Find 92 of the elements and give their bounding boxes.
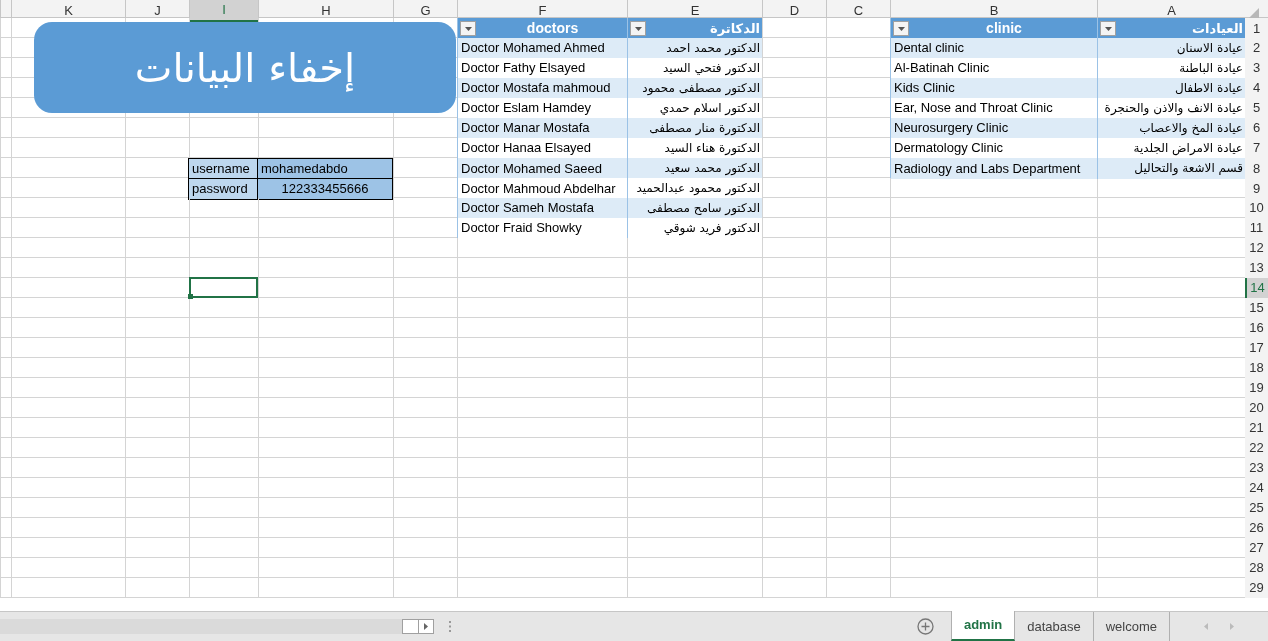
row-header[interactable]: 2 xyxy=(1245,38,1268,58)
table-cell: Kids Clinic xyxy=(890,78,1097,98)
table-cell: عيادة الاسنان xyxy=(1097,38,1245,58)
table-cell: Doctor Mahmoud Abdelhar xyxy=(457,178,627,199)
row-header[interactable]: 11 xyxy=(1245,218,1268,238)
row-header[interactable]: 28 xyxy=(1245,558,1268,578)
column-header[interactable]: I xyxy=(189,0,258,22)
sheet-tab[interactable]: welcome xyxy=(1093,612,1170,641)
table-cell: الدكتور فريد شوقي xyxy=(627,218,762,238)
column-title: clinic xyxy=(986,19,1022,38)
row-header[interactable]: 29 xyxy=(1245,578,1268,598)
table-cell: Neurosurgery Clinic xyxy=(890,118,1097,138)
table-cell: Doctor Mostafa mahmoud xyxy=(457,78,627,98)
column-title: الدكاترة xyxy=(710,19,760,38)
table-cell: الدكتور اسلام حمدي xyxy=(627,98,762,118)
table-cell: password xyxy=(188,178,258,200)
row-header[interactable]: 25 xyxy=(1245,498,1268,518)
table-cell: Doctor Fathy Elsayed xyxy=(457,58,627,78)
caret-down-icon xyxy=(897,26,905,31)
table-cell: الدكتور سامح مصطفى xyxy=(627,198,762,218)
filter-dropdown-button[interactable] xyxy=(460,21,476,36)
table-cell: الدكتور مصطفى محمود xyxy=(627,78,762,98)
add-icon xyxy=(917,618,935,635)
row-header[interactable]: 15 xyxy=(1245,298,1268,318)
row-header[interactable]: 27 xyxy=(1245,538,1268,558)
caret-down-icon xyxy=(1104,26,1112,31)
fill-handle[interactable] xyxy=(188,293,193,299)
sheet-tab[interactable]: admin xyxy=(950,611,1016,641)
column-header[interactable]: J xyxy=(125,0,189,22)
table-cell: 122333455666 xyxy=(257,178,393,200)
row-header[interactable]: 20 xyxy=(1245,398,1268,418)
table-cell: Al-Batinah Clinic xyxy=(890,58,1097,78)
table-cell: عيادة الانف والاذن والحنجرة xyxy=(1097,98,1245,118)
table-cell: الدكتور محمد احمد xyxy=(627,38,762,58)
row-header[interactable]: 26 xyxy=(1245,518,1268,538)
caret-right-icon xyxy=(424,623,428,630)
table-cell: Doctor Sameh Mostafa xyxy=(457,198,627,218)
table-cell: الدكتور فتحي السيد xyxy=(627,58,762,78)
table-cell: Doctor Hanaa Elsayed xyxy=(457,138,627,158)
table-cell: Doctor Mohamed Ahmed xyxy=(457,38,627,58)
table-cell: Radiology and Labs Department xyxy=(890,158,1097,179)
column-title: doctors xyxy=(526,19,579,38)
table-cell: username xyxy=(188,158,258,180)
column-header[interactable]: K xyxy=(11,0,125,22)
table-cell: الدكتور محمود عبدالحميد xyxy=(627,178,762,199)
horizontal-scrollbar[interactable] xyxy=(0,619,402,634)
table-cell: Ear, Nose and Throat Clinic xyxy=(890,98,1097,118)
table-cell: عيادة المخ والاعصاب xyxy=(1097,118,1245,138)
filter-dropdown-button[interactable] xyxy=(1100,21,1116,36)
table-cell: الدكتور محمد سعيد xyxy=(627,158,762,179)
sheet-tab[interactable]: database xyxy=(1015,612,1094,641)
row-header[interactable]: 13 xyxy=(1245,258,1268,278)
table-cell: Doctor Mohamed Saeed xyxy=(457,158,627,179)
filter-dropdown-button[interactable] xyxy=(630,21,646,36)
row-header[interactable]: 4 xyxy=(1245,78,1268,98)
scrollbar-thumb[interactable] xyxy=(402,619,419,634)
splitter-handle-icon[interactable] xyxy=(449,621,452,632)
active-cell[interactable] xyxy=(189,277,258,298)
row-header[interactable]: 7 xyxy=(1245,138,1268,158)
row-header[interactable]: 3 xyxy=(1245,58,1268,78)
row-header[interactable]: 5 xyxy=(1245,98,1268,118)
caret-down-icon xyxy=(634,26,642,31)
table-cell: الدكتورة هناء السيد xyxy=(627,138,762,158)
column-title: العيادات xyxy=(1191,19,1243,38)
row-header[interactable]: 6 xyxy=(1245,118,1268,138)
table-cell: عيادة الاطفال xyxy=(1097,78,1245,98)
row-header[interactable]: 23 xyxy=(1245,458,1268,478)
caret-down-icon xyxy=(464,26,472,31)
row-header[interactable]: 12 xyxy=(1245,238,1268,258)
row-header[interactable]: 21 xyxy=(1245,418,1268,438)
row-header[interactable]: 14 xyxy=(1245,278,1268,298)
table-cell: عيادة الامراض الجلدية xyxy=(1097,138,1245,158)
row-header[interactable]: 9 xyxy=(1245,178,1268,199)
table-cell: الدكتورة منار مصطفى xyxy=(627,118,762,138)
row-header[interactable]: 18 xyxy=(1245,358,1268,378)
row-header[interactable]: 24 xyxy=(1245,478,1268,498)
row-header[interactable]: 8 xyxy=(1245,158,1268,179)
table-cell: قسم الاشعة والتحاليل xyxy=(1097,158,1245,179)
table-cell: Dental clinic xyxy=(890,38,1097,58)
row-header[interactable]: 19 xyxy=(1245,378,1268,398)
row-header[interactable]: 17 xyxy=(1245,338,1268,358)
row-header[interactable]: 10 xyxy=(1245,198,1268,218)
row-header[interactable]: 1 xyxy=(1245,18,1268,39)
table-cell: Doctor Manar Mostafa xyxy=(457,118,627,138)
filter-dropdown-button[interactable] xyxy=(893,21,909,36)
row-header[interactable]: 22 xyxy=(1245,438,1268,458)
row-header[interactable]: 16 xyxy=(1245,318,1268,338)
table-cell: عيادة الباطنة xyxy=(1097,58,1245,78)
table-cell: Doctor Fraid Showky xyxy=(457,218,627,238)
scroll-right-button[interactable] xyxy=(419,619,434,634)
table-cell: Doctor Eslam Hamdey xyxy=(457,98,627,118)
table-cell: Dermatology Clinic xyxy=(890,138,1097,158)
